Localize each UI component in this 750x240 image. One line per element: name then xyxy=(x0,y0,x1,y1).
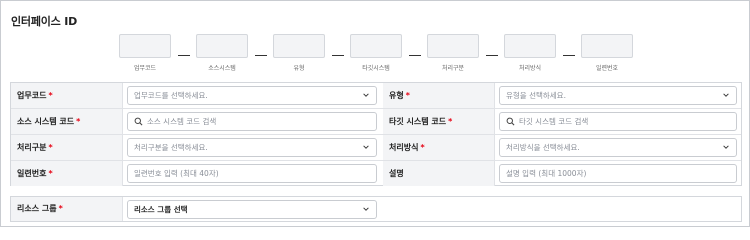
description-label-text: 설명 xyxy=(389,169,404,178)
required-mark: * xyxy=(48,91,53,100)
id-segment-label: 일련번호 xyxy=(595,65,619,72)
source-system-code-label-text: 소스 시스템 코드 xyxy=(17,117,75,126)
description-label: 설명 xyxy=(383,161,495,186)
target-system-code-label: 타깃 시스템 코드 * xyxy=(383,109,495,134)
business-code-label: 업무코드 * xyxy=(11,83,123,108)
process-method-label-text: 처리방식 xyxy=(389,143,419,152)
target-system-code-placeholder: 타깃 시스템 코드 검색 xyxy=(519,117,589,126)
id-segment-business-code xyxy=(119,34,171,58)
separator-dash xyxy=(255,55,267,56)
required-mark: * xyxy=(405,91,410,100)
required-mark: * xyxy=(48,143,53,152)
interface-form: 업무코드 * 업무코드를 선택하세요. 유형 * 유형을 선택하세요. 소스 시스템… xyxy=(10,82,742,186)
form-row: 업무코드 * 업무코드를 선택하세요. 유형 * 유형을 선택하세요. xyxy=(11,83,741,109)
target-system-code-search[interactable]: 타깃 시스템 코드 검색 xyxy=(499,112,737,131)
type-select[interactable]: 유형을 선택하세요. xyxy=(499,86,737,105)
description-input[interactable]: 설명 입력 (최대 1000자) xyxy=(499,164,737,183)
search-icon xyxy=(506,117,515,126)
serial-number-label: 일련번호 * xyxy=(11,161,123,186)
resource-group-select[interactable]: 리소스 그룹 선택 xyxy=(127,200,377,219)
resource-group-value: 리소스 그룹 선택 xyxy=(134,205,188,214)
required-mark: * xyxy=(48,169,53,178)
process-category-label: 처리구분 * xyxy=(11,135,123,160)
id-segment-label: 업무코드 xyxy=(133,65,157,72)
required-mark: * xyxy=(420,143,425,152)
process-category-select[interactable]: 처리구분을 선택하세요. xyxy=(127,138,377,157)
separator-dash xyxy=(178,55,190,56)
id-segment-label: 처리방식 xyxy=(518,65,542,72)
source-system-code-search[interactable]: 소스 시스템 코드 검색 xyxy=(127,112,377,131)
process-method-select[interactable]: 처리방식을 선택하세요. xyxy=(499,138,737,157)
resource-group-form: 리소스 그룹 * 리소스 그룹 선택 xyxy=(10,196,742,222)
process-method-placeholder: 처리방식을 선택하세요. xyxy=(506,143,580,152)
page-title: 인터페이스 ID xyxy=(11,15,78,28)
chevron-down-icon xyxy=(363,207,369,211)
type-label: 유형 * xyxy=(383,83,495,108)
id-segment-serial-number xyxy=(581,34,633,58)
id-segment-label: 유형 xyxy=(293,65,305,72)
chevron-down-icon xyxy=(363,93,369,97)
business-code-select[interactable]: 업무코드를 선택하세요. xyxy=(127,86,377,105)
serial-number-placeholder: 일련번호 입력 (최대 40자) xyxy=(134,169,219,178)
chevron-down-icon xyxy=(723,145,729,149)
process-method-label: 처리방식 * xyxy=(383,135,495,160)
resource-group-label-text: 리소스 그룹 xyxy=(17,204,57,213)
process-category-placeholder: 처리구분을 선택하세요. xyxy=(134,143,208,152)
form-row: 일련번호 * 일련번호 입력 (최대 40자) 설명 설명 입력 (최대 1000… xyxy=(11,161,741,187)
process-category-label-text: 처리구분 xyxy=(17,143,47,152)
id-segment-target-system xyxy=(350,34,402,58)
id-segment-label: 소스시스템 xyxy=(208,65,236,72)
target-system-code-label-text: 타깃 시스템 코드 xyxy=(389,117,447,126)
business-code-placeholder: 업무코드를 선택하세요. xyxy=(134,91,208,100)
serial-number-label-text: 일련번호 xyxy=(17,169,47,178)
separator-dash xyxy=(486,55,498,56)
required-mark: * xyxy=(448,117,453,126)
type-placeholder: 유형을 선택하세요. xyxy=(506,91,566,100)
serial-number-input[interactable]: 일련번호 입력 (최대 40자) xyxy=(127,164,377,183)
id-segment-label: 타깃시스템 xyxy=(362,65,390,72)
chevron-down-icon xyxy=(363,145,369,149)
description-placeholder: 설명 입력 (최대 1000자) xyxy=(506,169,587,178)
id-segment-source-system xyxy=(196,34,248,58)
separator-dash xyxy=(332,55,344,56)
separator-dash xyxy=(409,55,421,56)
form-row: 처리구분 * 처리구분을 선택하세요. 처리방식 * 처리방식을 선택하세요. xyxy=(11,135,741,161)
business-code-label-text: 업무코드 xyxy=(17,91,47,100)
type-label-text: 유형 xyxy=(389,91,404,100)
id-segment-process-category xyxy=(427,34,479,58)
separator-dash xyxy=(563,55,575,56)
id-segment-label: 처리구분 xyxy=(441,65,465,72)
required-mark: * xyxy=(76,117,81,126)
source-system-code-label: 소스 시스템 코드 * xyxy=(11,109,123,134)
chevron-down-icon xyxy=(723,93,729,97)
resource-group-label: 리소스 그룹 * xyxy=(11,197,123,221)
id-segment-type xyxy=(273,34,325,58)
id-segment-process-method xyxy=(504,34,556,58)
required-mark: * xyxy=(58,204,63,213)
interface-id-panel: 인터페이스 ID 업무코드 소스시스템 유형 타깃시스템 처리구분 처리방식 일… xyxy=(0,0,750,227)
search-icon xyxy=(134,117,143,126)
form-row: 소스 시스템 코드 * 소스 시스템 코드 검색 타깃 시스템 코드 * 타깃 시스… xyxy=(11,109,741,135)
source-system-code-placeholder: 소스 시스템 코드 검색 xyxy=(147,117,217,126)
